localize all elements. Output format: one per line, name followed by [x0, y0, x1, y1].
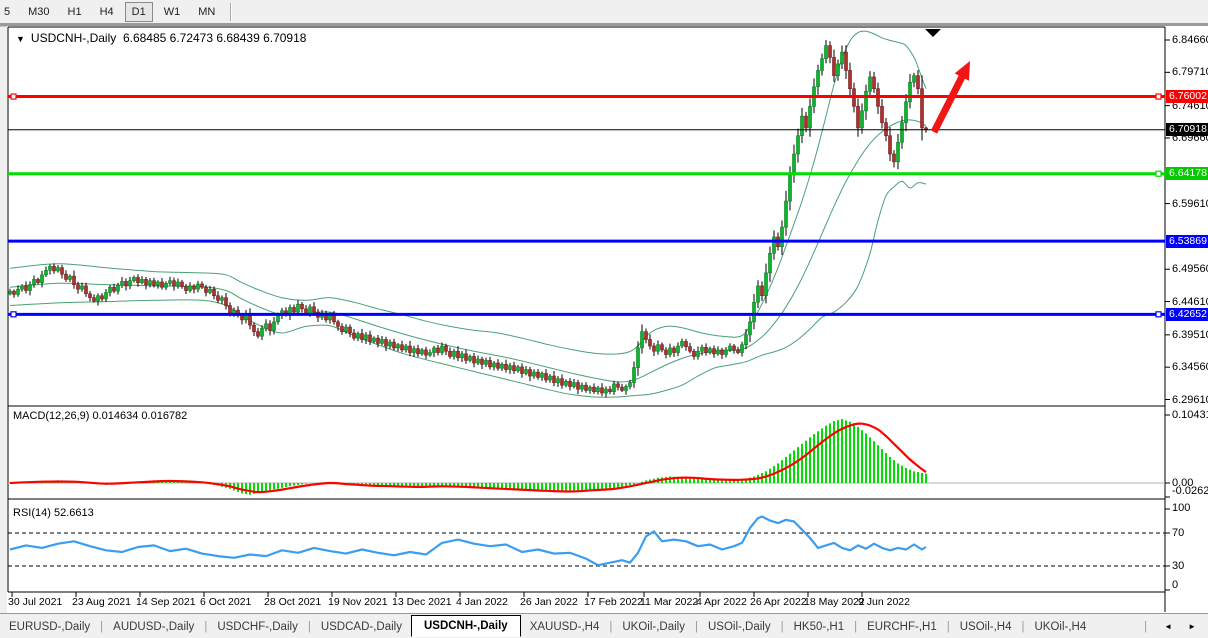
macd-indicator-label: MACD(12,26,9) 0.014634 0.016782: [13, 410, 187, 422]
price-tick-label: 6.29610: [1172, 394, 1208, 406]
chart-menu-icon[interactable]: ▼: [16, 34, 25, 44]
macd-tick-label: 0.104313: [1172, 409, 1208, 421]
object-marker-triangle[interactable]: [925, 29, 941, 37]
rsi-tick-label: 70: [1172, 527, 1184, 539]
tab-ukoil-daily[interactable]: UKOil-,Daily: [613, 617, 694, 637]
tab-usoil-daily[interactable]: USOil-,Daily: [699, 617, 780, 637]
hline-handle[interactable]: [11, 312, 16, 317]
tab-hk50-h1[interactable]: HK50-,H1: [785, 617, 854, 637]
date-tick-label: 13 Dec 2021: [392, 596, 452, 608]
hline-handle[interactable]: [11, 94, 16, 99]
main-pane[interactable]: [9, 31, 928, 397]
rsi-tick-label: 30: [1172, 560, 1184, 572]
rsi-tick-label: 100: [1172, 502, 1190, 514]
date-tick-label: 4 Apr 2022: [696, 596, 747, 608]
price-tick-label: 6.34560: [1172, 361, 1208, 373]
date-tick-label: 14 Sep 2021: [136, 596, 196, 608]
hline-handle[interactable]: [1156, 94, 1161, 99]
trend-arrow[interactable]: [934, 73, 964, 132]
price-level-chip: 6.70918: [1166, 123, 1208, 136]
date-tick-label: 26 Jan 2022: [520, 596, 578, 608]
hline-handle[interactable]: [1156, 171, 1161, 176]
date-tick-label: 9 Jun 2022: [858, 596, 910, 608]
trading-app-window: 5M30H1H4D1W1MN ▼USDCNH-,Daily 6.68485 6.…: [0, 0, 1208, 638]
tab-scroll-left-icon[interactable]: ◄: [1164, 622, 1172, 631]
price-tick-label: 6.44610: [1172, 296, 1208, 308]
rsi-line: [10, 517, 926, 566]
price-level-chip: 6.76002: [1166, 90, 1208, 103]
rsi-tick-label: 0: [1172, 579, 1178, 591]
date-tick-label: 19 Nov 2021: [328, 596, 388, 608]
date-tick-label: 11 Mar 2022: [640, 596, 698, 608]
chart-symbol-label: USDCNH-,Daily: [31, 31, 116, 45]
bollinger-lower-band: [10, 181, 926, 397]
price-level-chip: 6.64178: [1166, 167, 1208, 180]
tab-ukoil-h4[interactable]: UKOil-,H4: [1026, 617, 1096, 637]
date-tick-label: 30 Jul 2021: [8, 596, 62, 608]
price-level-chip: 6.42652: [1166, 308, 1208, 321]
date-tick-label: 23 Aug 2021: [72, 596, 131, 608]
price-tick-label: 6.84660: [1172, 34, 1208, 46]
macd-tick-label: -0.02624: [1172, 485, 1208, 497]
tab-audusd-daily[interactable]: AUDUSD-,Daily: [104, 617, 203, 637]
bollinger-middle-band: [10, 120, 926, 382]
tab-usdcnh-daily[interactable]: USDCNH-,Daily: [411, 615, 521, 637]
price-tick-label: 6.59610: [1172, 198, 1208, 210]
tab-eurchf-h1[interactable]: EURCHF-,H1: [858, 617, 946, 637]
price-tick-label: 6.79710: [1172, 66, 1208, 78]
tab-eurusd-daily[interactable]: EURUSD-,Daily: [0, 617, 99, 637]
price-level-chip: 6.53869: [1166, 235, 1208, 248]
candles-layer: [9, 40, 928, 397]
rsi-indicator-label: RSI(14) 52.6613: [13, 507, 94, 519]
date-tick-label: 28 Oct 2021: [264, 596, 321, 608]
tab-usdcad-daily[interactable]: USDCAD-,Daily: [312, 617, 411, 637]
date-tick-label: 17 Feb 2022: [584, 596, 643, 608]
tab-usdchf-daily[interactable]: USDCHF-,Daily: [208, 617, 307, 637]
price-chart[interactable]: [0, 0, 1208, 638]
date-tick-label: 4 Jan 2022: [456, 596, 508, 608]
tab-xauusd-h4[interactable]: XAUUSD-,H4: [521, 617, 609, 637]
price-tick-label: 6.49560: [1172, 263, 1208, 275]
price-tick-label: 6.39510: [1172, 329, 1208, 341]
date-tick-label: 26 Apr 2022: [750, 596, 807, 608]
hline-handle[interactable]: [1156, 312, 1161, 317]
chart-ohlc-values: 6.68485 6.72473 6.68439 6.70918: [123, 31, 307, 45]
tab-usoil-h4[interactable]: USOil-,H4: [951, 617, 1021, 637]
tab-scroll-right-icon[interactable]: ►: [1188, 622, 1196, 631]
chart-title: ▼ USDCNH-,Daily 6.68485 6.72473 6.68439 6…: [16, 31, 306, 45]
date-tick-label: 6 Oct 2021: [200, 596, 251, 608]
rsi-pane[interactable]: [8, 517, 1165, 567]
tab-scroll-controls: | ◄ ►: [1143, 621, 1208, 633]
tab-separator: |: [1143, 621, 1148, 633]
macd-pane[interactable]: [8, 419, 1165, 495]
macd-signal-line: [10, 424, 926, 493]
symbol-tabbar: EURUSD-,Daily|AUDUSD-,Daily|USDCHF-,Dail…: [0, 613, 1208, 638]
date-tick-label: 18 May 2022: [804, 596, 865, 608]
